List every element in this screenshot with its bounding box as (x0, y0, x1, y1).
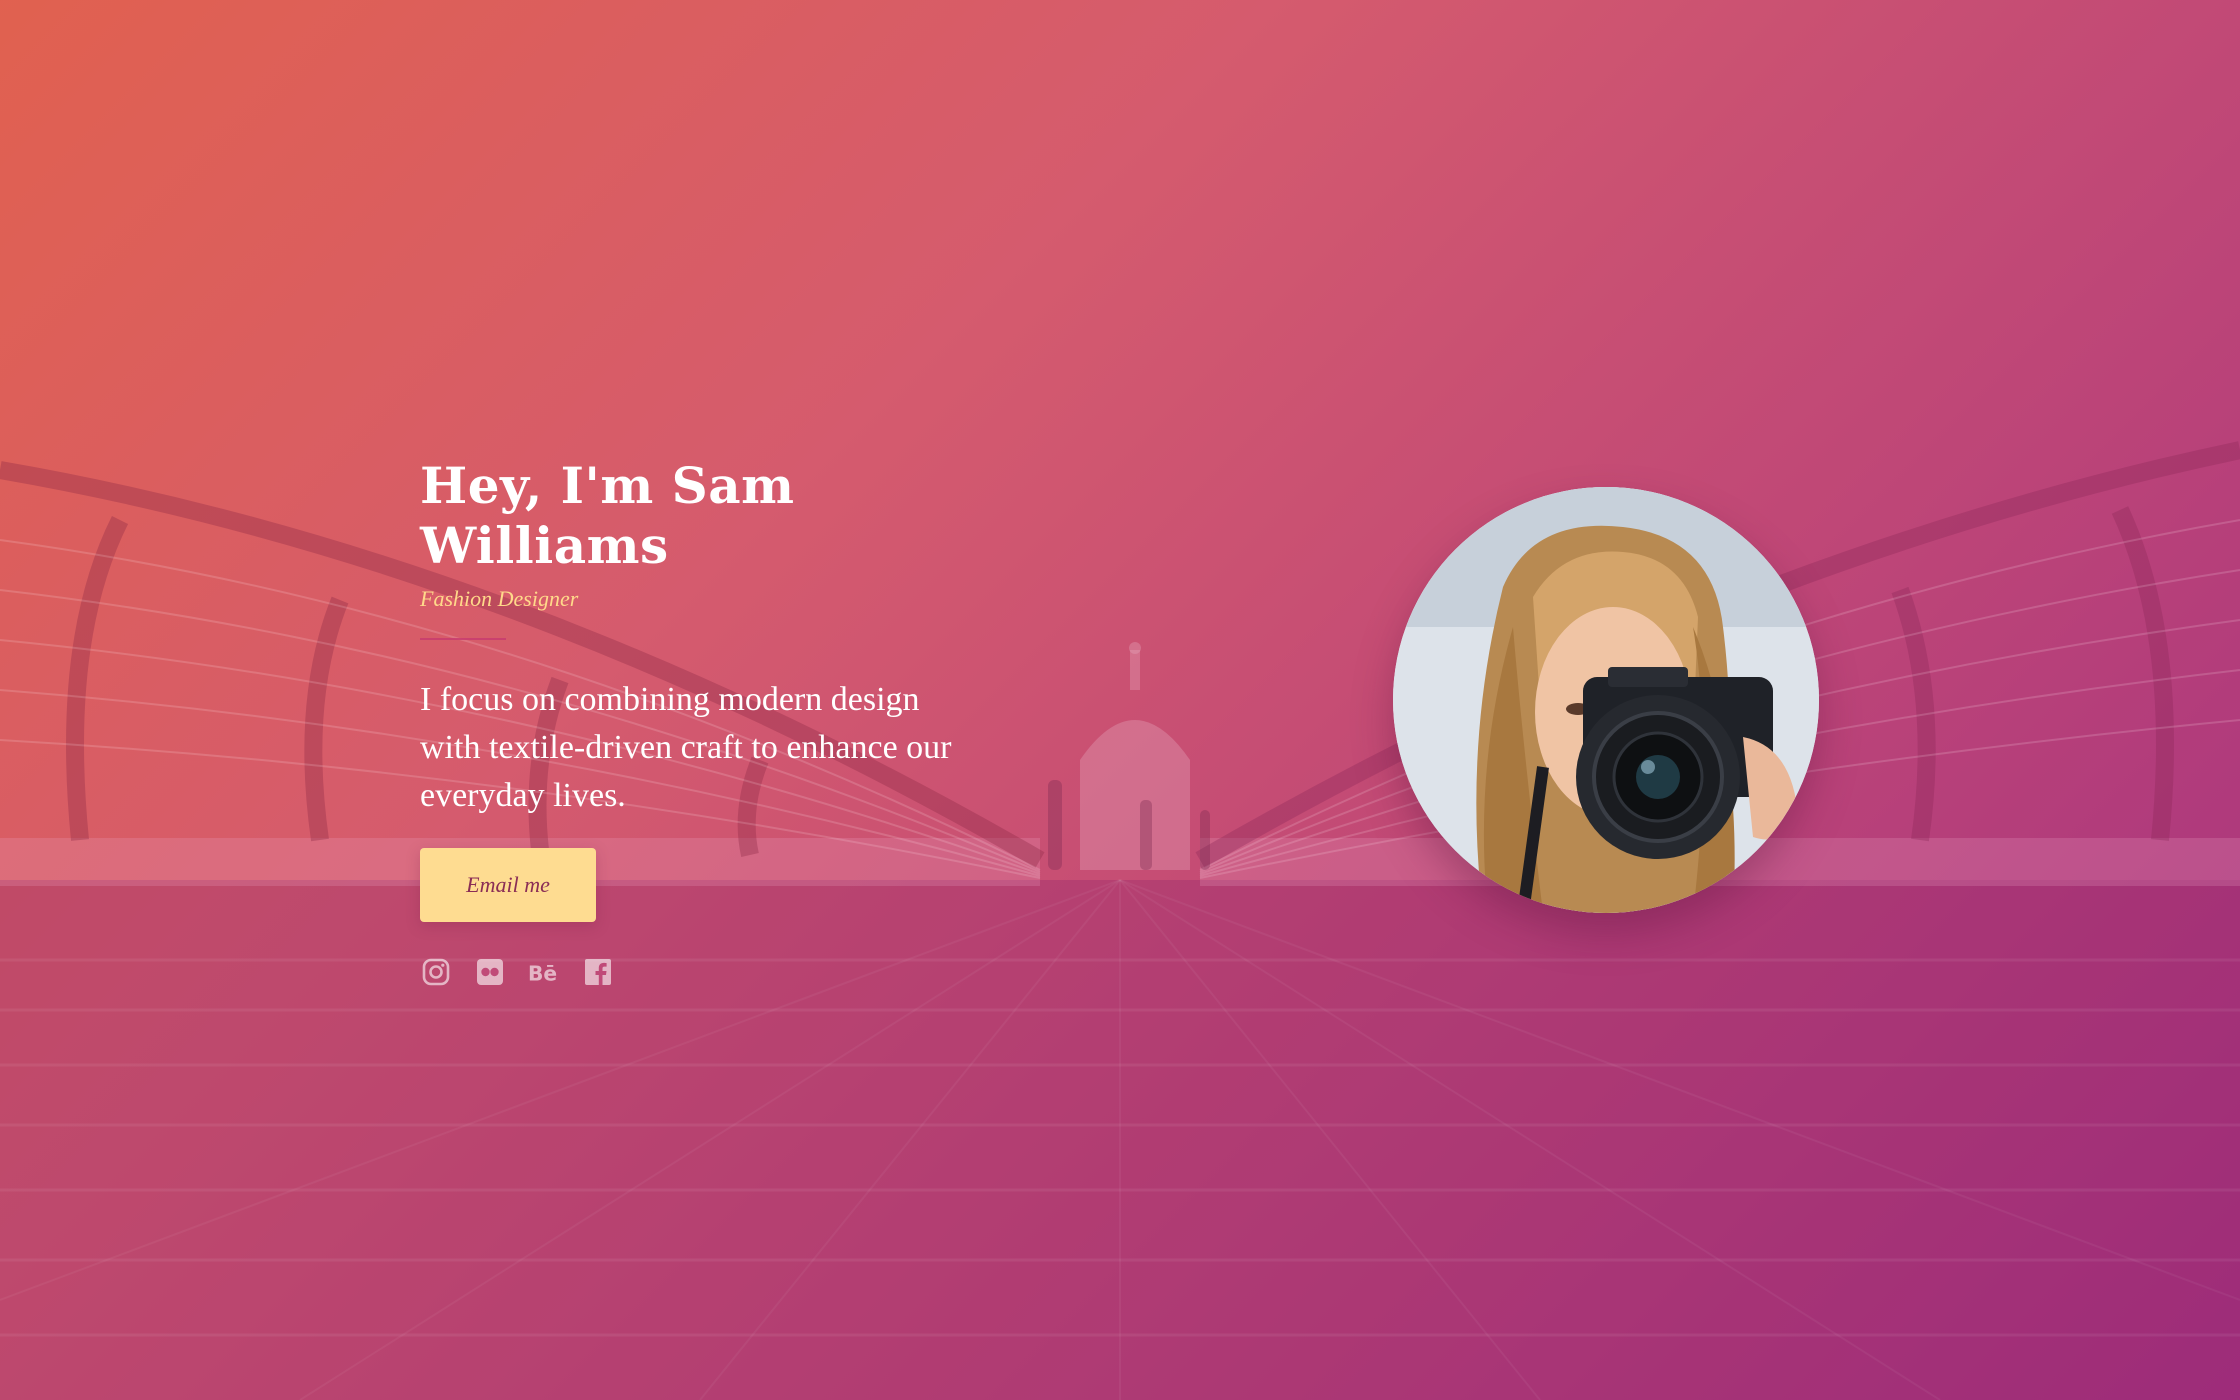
title-divider (420, 638, 506, 640)
email-me-button[interactable]: Email me (420, 848, 596, 922)
bridge-scene (0, 0, 2240, 1400)
profile-avatar (1393, 487, 1819, 913)
behance-icon: Bē (528, 961, 557, 985)
hero-content: Hey, I'm Sam Williams Fashion Designer I… (420, 456, 1060, 988)
facebook-icon (585, 959, 611, 985)
svg-text:Bē: Bē (528, 961, 557, 985)
hero-background (0, 0, 2240, 1400)
behance-link[interactable]: Bē (528, 956, 560, 988)
hero-subtitle: Fashion Designer (420, 586, 579, 611)
social-links: Bē (420, 956, 1060, 988)
bridge-illustration (0, 441, 2240, 1400)
flickr-icon (477, 959, 503, 985)
flickr-link[interactable] (474, 956, 506, 988)
hero-bio: I focus on combining modern design with … (420, 681, 952, 814)
hero-title: Hey, I'm Sam Williams (420, 456, 795, 575)
instagram-icon (422, 958, 450, 986)
facebook-link[interactable] (582, 956, 614, 988)
instagram-link[interactable] (420, 956, 452, 988)
profile-photo (1393, 487, 1819, 913)
